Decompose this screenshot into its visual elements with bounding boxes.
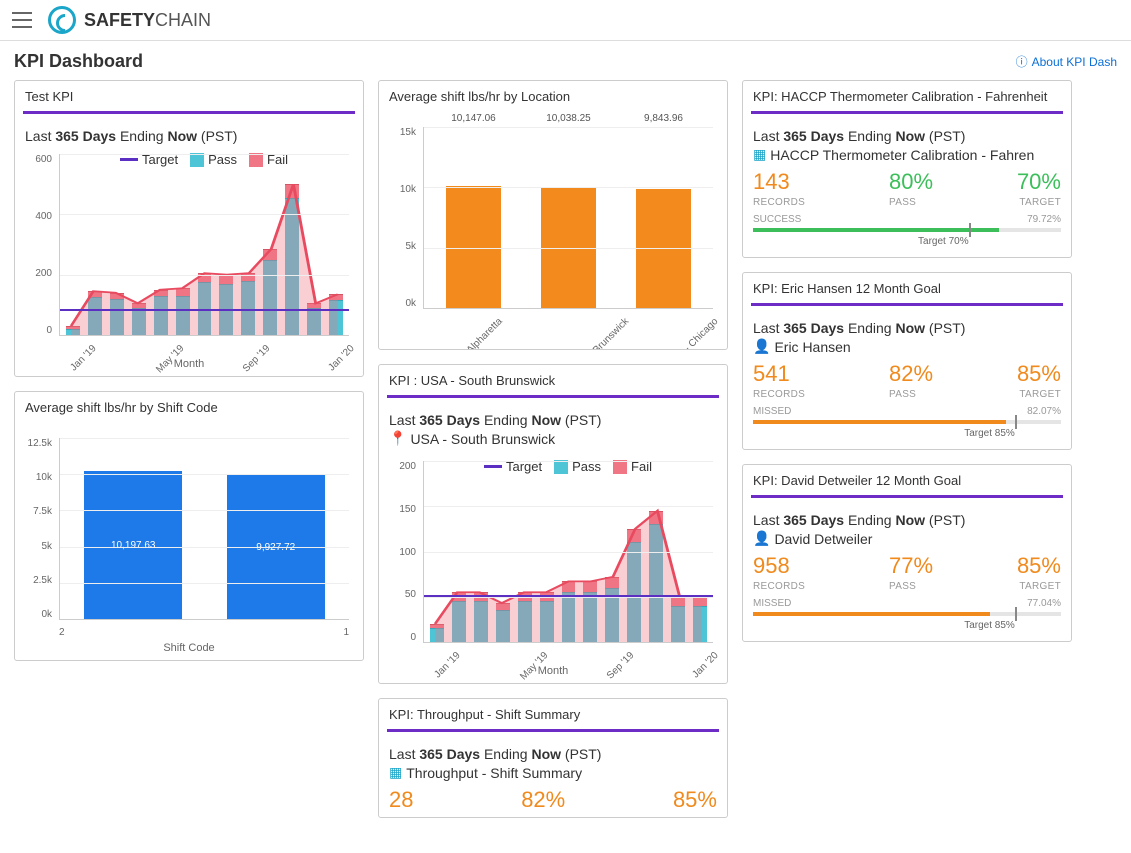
doc-icon: ▦ — [389, 764, 402, 781]
logo-bold: SAFETY — [84, 10, 155, 31]
pin-icon: 📍 — [389, 430, 406, 447]
records-label: RECORDS — [753, 389, 805, 400]
card-title: Average shift lbs/hr by Shift Code — [15, 392, 363, 422]
app-logo[interactable]: SAFETYCHAIN — [48, 6, 211, 34]
logo-icon — [48, 6, 76, 34]
records-value: 28 — [389, 787, 413, 813]
pass-value: 82% — [521, 787, 565, 813]
period-text: Last 365 Days Ending Now (PST) — [389, 412, 717, 428]
sub-label: David Detweiler — [774, 531, 872, 547]
sub-label: Eric Hansen — [774, 339, 850, 355]
status-label: MISSED — [753, 598, 791, 609]
doc-icon: ▦ — [753, 146, 766, 163]
period-text: Last 365 Days Ending Now (PST) — [753, 128, 1061, 144]
records-value: 958 — [753, 553, 805, 579]
status-label: SUCCESS — [753, 214, 801, 225]
menu-icon[interactable] — [12, 12, 32, 28]
target-value: 85% — [673, 787, 717, 813]
pass-value: 80% — [889, 169, 933, 195]
card-haccp[interactable]: KPI: HACCP Thermometer Calibration - Fah… — [742, 80, 1072, 258]
pass-label: PASS — [889, 197, 933, 208]
pct-label: 79.72% — [1027, 214, 1061, 225]
status-label: MISSED — [753, 406, 791, 417]
sub-label: Throughput - Shift Summary — [406, 765, 582, 781]
chart-sb: Target Pass Fail 200150100500 Jan '19May… — [389, 453, 717, 673]
user-icon: 👤 — [753, 530, 770, 547]
period-text: Last 365 Days Ending Now (PST) — [25, 128, 353, 144]
target-label: TARGET — [1017, 581, 1061, 592]
records-value: 143 — [753, 169, 805, 195]
target-label: TARGET — [1017, 389, 1061, 400]
card-location[interactable]: Average shift lbs/hr by Location 15k10k5… — [378, 80, 728, 350]
card-title: KPI: Throughput - Shift Summary — [379, 699, 727, 729]
page-title: KPI Dashboard — [14, 51, 143, 72]
records-label: RECORDS — [753, 581, 805, 592]
target-label: TARGET — [1017, 197, 1061, 208]
user-icon: 👤 — [753, 338, 770, 355]
target-label-text: Target 85% — [753, 428, 1061, 439]
pct-label: 77.04% — [1027, 598, 1061, 609]
pct-label: 82.07% — [1027, 406, 1061, 417]
card-title: Test KPI — [15, 81, 363, 111]
kpi-column: KPI: HACCP Thermometer Calibration - Fah… — [742, 80, 1072, 642]
pass-value: 82% — [889, 361, 933, 387]
sub-label: USA - South Brunswick — [410, 431, 555, 447]
card-title: KPI: HACCP Thermometer Calibration - Fah… — [743, 81, 1071, 111]
progress-bar — [753, 228, 1061, 232]
pass-value: 77% — [889, 553, 933, 579]
period-text: Last 365 Days Ending Now (PST) — [389, 746, 717, 762]
about-label: About KPI Dash — [1032, 55, 1117, 69]
progress-bar — [753, 612, 1061, 616]
chart-shift-code: 12.5k10k7.5k5k2.5k0k 10,197.639,927.72 2… — [25, 430, 353, 650]
about-link[interactable]: ⓘ About KPI Dash — [1016, 53, 1117, 70]
records-value: 541 — [753, 361, 805, 387]
records-label: RECORDS — [753, 197, 805, 208]
target-value: 85% — [1017, 361, 1061, 387]
card-eric[interactable]: KPI: Eric Hansen 12 Month Goal Last 365 … — [742, 272, 1072, 450]
chart-location: 15k10k5k0k 10,147.0610,038.259,843.96 US… — [389, 119, 717, 339]
target-label-text: Target 70% — [753, 236, 1061, 247]
chart-test-kpi: Target Pass Fail 6004002000 Jan '19May '… — [25, 146, 353, 366]
card-throughput[interactable]: KPI: Throughput - Shift Summary Last 365… — [378, 698, 728, 818]
card-test-kpi[interactable]: Test KPI Last 365 Days Ending Now (PST) … — [14, 80, 364, 377]
target-value: 85% — [1017, 553, 1061, 579]
progress-bar — [753, 420, 1061, 424]
logo-light: CHAIN — [155, 10, 211, 31]
card-shift-code[interactable]: Average shift lbs/hr by Shift Code 12.5k… — [14, 391, 364, 661]
target-label-text: Target 85% — [753, 620, 1061, 631]
card-title: KPI: Eric Hansen 12 Month Goal — [743, 273, 1071, 303]
pass-label: PASS — [889, 581, 933, 592]
pass-label: PASS — [889, 389, 933, 400]
card-title: Average shift lbs/hr by Location — [379, 81, 727, 111]
card-david[interactable]: KPI: David Detweiler 12 Month Goal Last … — [742, 464, 1072, 642]
card-title: KPI: David Detweiler 12 Month Goal — [743, 465, 1071, 495]
card-title: KPI : USA - South Brunswick — [379, 365, 727, 395]
card-south-brunswick[interactable]: KPI : USA - South Brunswick Last 365 Day… — [378, 364, 728, 684]
period-text: Last 365 Days Ending Now (PST) — [753, 320, 1061, 336]
help-icon: ⓘ — [1016, 53, 1028, 70]
target-value: 70% — [1017, 169, 1061, 195]
sub-label: HACCP Thermometer Calibration - Fahren — [770, 147, 1034, 163]
period-text: Last 365 Days Ending Now (PST) — [753, 512, 1061, 528]
top-bar: SAFETYCHAIN — [0, 0, 1131, 41]
